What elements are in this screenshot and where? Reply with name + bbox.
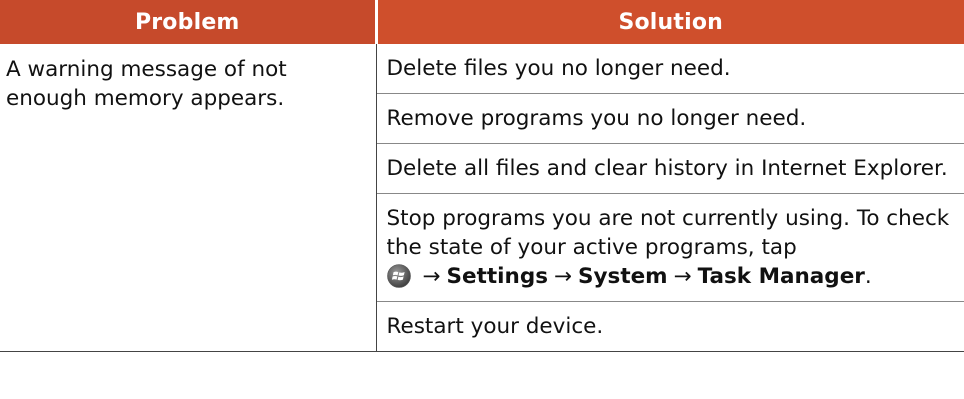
solution-cell: Delete all files and clear history in In… — [376, 143, 964, 194]
solution-cell: Stop programs you are not currently usin… — [376, 193, 964, 302]
arrow-2: → — [554, 264, 573, 289]
solution-text: Stop programs you are not currently usin… — [386, 206, 950, 260]
path-end: . — [864, 264, 872, 289]
solution-text: Restart your device. — [386, 314, 604, 339]
troubleshooting-table: Problem Solution A warning message of no… — [0, 0, 964, 352]
solution-text: Remove programs you no longer need. — [386, 106, 807, 131]
arrow-1: → — [422, 264, 441, 289]
settings-path: → Settings → System → Task Manager. — [386, 264, 872, 289]
path-task-manager: Task Manager — [697, 264, 865, 289]
solution-cell: Remove programs you no longer need. — [376, 93, 964, 144]
solution-header: Solution — [376, 0, 964, 44]
solution-text: Delete all files and clear history in In… — [386, 156, 948, 181]
solution-cell: Delete files you no longer need. — [376, 44, 964, 94]
table-header-row: Problem Solution — [0, 0, 964, 44]
path-system: System — [578, 264, 668, 289]
problem-cell: A warning message of not enough memory a… — [0, 44, 377, 352]
table-row: A warning message of not enough memory a… — [0, 44, 964, 352]
arrow-3: → — [673, 264, 692, 289]
path-settings: Settings — [446, 264, 549, 289]
windows-start-icon — [386, 264, 411, 288]
solution-cell: Restart your device. — [376, 301, 964, 352]
problem-text: A warning message of not enough memory a… — [6, 57, 287, 111]
solution-text: Delete files you no longer need. — [386, 56, 731, 81]
problem-header: Problem — [0, 0, 378, 44]
